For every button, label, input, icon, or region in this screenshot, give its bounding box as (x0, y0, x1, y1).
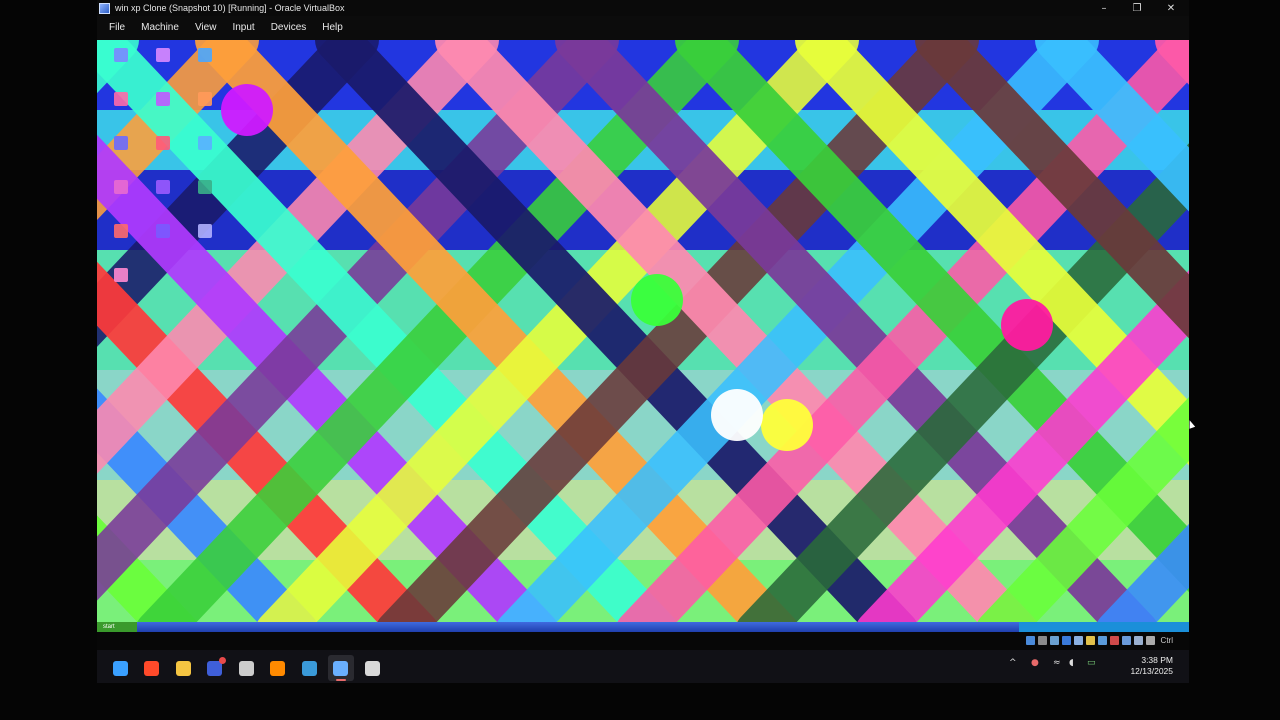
desktop-app-icon (156, 92, 170, 106)
notification-badge (219, 656, 226, 664)
menu-help[interactable]: Help (314, 16, 351, 40)
taskbar-app-glyph (301, 660, 317, 676)
desktop-app-icon (114, 136, 128, 150)
desktop-app-icon (114, 224, 128, 238)
desktop-app-icon (114, 180, 128, 194)
virtualbox-vm-icon[interactable] (327, 655, 354, 681)
desktop-app-icon (114, 92, 128, 106)
guest-desktop-icon[interactable] (185, 48, 225, 78)
guest-desktop-icon[interactable] (185, 224, 225, 254)
menu-devices[interactable]: Devices (263, 16, 315, 40)
desktop-app-icon (156, 48, 170, 62)
mouse-icon[interactable] (1133, 636, 1143, 645)
guest-system-tray (1019, 622, 1189, 632)
guest-desktop-icon[interactable] (101, 268, 141, 298)
desktop-app-icon (198, 136, 212, 150)
guest-desktop-icon[interactable] (101, 92, 141, 122)
guest-desktop-icon[interactable] (101, 224, 141, 254)
guest-desktop-icon[interactable] (101, 180, 141, 210)
mouse-cursor-icon (1186, 419, 1196, 429)
restore-button[interactable]: ❐ (1120, 0, 1154, 16)
network-icon[interactable] (1061, 636, 1071, 645)
taskbar-app-glyph (270, 660, 285, 676)
taskbar-app-glyph (238, 660, 254, 676)
microphone-icon[interactable]: ● (1031, 658, 1039, 668)
menu-bar: File Machine View Input Devices Help (97, 16, 1189, 40)
window-title: win xp Clone (Snapshot 10) [Running] - O… (115, 3, 345, 13)
brave-browser-icon[interactable] (139, 655, 165, 681)
desktop-app-icon (114, 48, 128, 62)
guest-desktop-icon[interactable] (143, 136, 183, 166)
menu-machine[interactable]: Machine (133, 16, 187, 40)
audio-icon[interactable] (1049, 636, 1059, 645)
guest-desktop-icon[interactable] (143, 48, 183, 78)
guest-desktop-icon[interactable] (101, 136, 141, 166)
virtualbox-icon[interactable] (296, 655, 322, 681)
desktop-app-icon (198, 224, 212, 238)
menu-file[interactable]: File (97, 16, 133, 40)
guest-desktop-icon[interactable] (185, 136, 225, 166)
taskbar-clock[interactable]: 3:38 PM 12/13/2025 (1130, 655, 1173, 677)
desktop-app-icon (198, 92, 212, 106)
host-key-label: Ctrl (1160, 636, 1173, 645)
hard-disk-icon[interactable] (1025, 636, 1035, 645)
vlc-icon[interactable] (265, 655, 291, 681)
cpu-icon[interactable] (1121, 636, 1131, 645)
guest-desktop-icon[interactable] (185, 180, 225, 210)
display-icon[interactable] (1097, 636, 1107, 645)
tray-overflow-chevron-icon[interactable]: ^ (1009, 658, 1017, 668)
taskbar-app-glyph (112, 660, 128, 676)
optical-drive-icon[interactable] (1037, 636, 1047, 645)
shared-folder-icon[interactable] (1085, 636, 1095, 645)
keyboard-icon[interactable] (1145, 636, 1155, 645)
guest-screen[interactable]: start (97, 40, 1189, 632)
desktop-app-icon (156, 180, 170, 194)
desktop-app-icon (156, 136, 170, 150)
usb-icon[interactable] (1073, 636, 1083, 645)
bright-blob (711, 389, 763, 441)
guest-desktop-icon[interactable] (101, 48, 141, 78)
host-taskbar: ^ ● ≈ ◖ ▭ 3:38 PM 12/13/2025 (97, 650, 1189, 683)
guest-desktop-icon[interactable] (143, 180, 183, 210)
menu-view[interactable]: View (187, 16, 225, 40)
terminal-icon[interactable] (233, 655, 259, 681)
taskbar-app-glyph (364, 660, 380, 676)
chrome-icon[interactable] (359, 655, 385, 681)
guest-taskbar: start (97, 622, 1189, 632)
volume-icon[interactable]: ◖ (1069, 658, 1074, 668)
guest-desktop-icon[interactable] (143, 224, 183, 254)
guest-desktop-icon[interactable] (185, 92, 225, 122)
bright-blob (761, 399, 813, 451)
bright-blob (1001, 299, 1053, 351)
desktop-app-icon (156, 224, 170, 238)
bright-blob (631, 274, 683, 326)
clock-time: 3:38 PM (1141, 655, 1173, 665)
minimize-button[interactable]: – (1087, 0, 1121, 16)
vm-status-icons: Ctrl (1025, 636, 1173, 645)
close-button[interactable]: ✕ (1154, 0, 1188, 16)
vm-status-bar: Ctrl (97, 632, 1189, 650)
clock-date: 12/13/2025 (1130, 666, 1173, 676)
taskbar-app-glyph (207, 656, 226, 676)
logseq-icon[interactable] (202, 655, 228, 681)
guest-start-button[interactable]: start (97, 622, 137, 632)
file-explorer-icon[interactable] (170, 655, 196, 681)
recording-icon[interactable] (1109, 636, 1119, 645)
guest-desktop-icons (97, 40, 277, 632)
windows-start-icon[interactable] (107, 655, 133, 681)
desktop-app-icon (198, 180, 212, 194)
desktop-app-icon (114, 268, 128, 282)
taskbar-app-glyph (333, 660, 348, 676)
taskbar-app-glyph (175, 660, 191, 676)
menu-input[interactable]: Input (224, 16, 262, 40)
battery-icon[interactable]: ▭ (1087, 658, 1096, 668)
window-titlebar[interactable]: win xp Clone (Snapshot 10) [Running] - O… (97, 0, 1189, 16)
desktop-app-icon (198, 48, 212, 62)
wifi-icon[interactable]: ≈ (1053, 658, 1061, 668)
taskbar-app-glyph (144, 660, 159, 676)
guest-desktop-icon[interactable] (143, 92, 183, 122)
virtualbox-app-icon (99, 2, 110, 14)
